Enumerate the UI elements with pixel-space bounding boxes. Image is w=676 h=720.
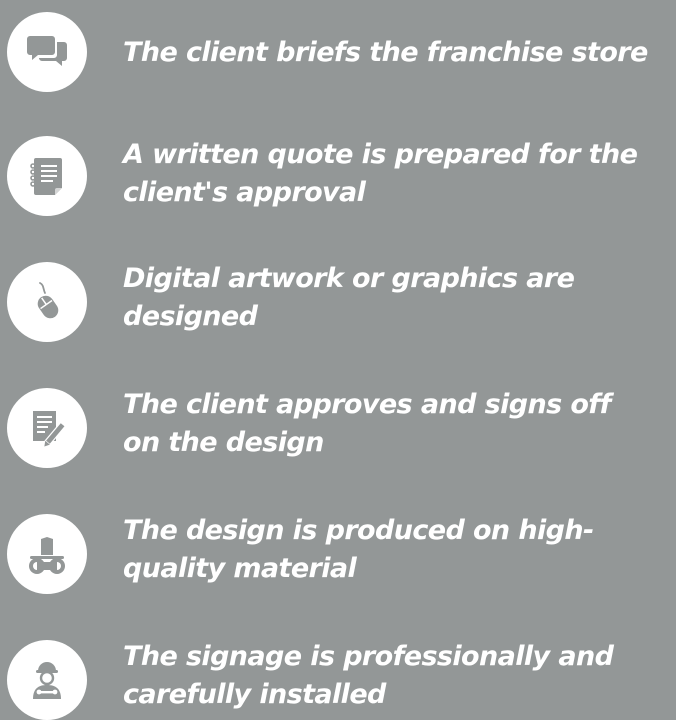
step-4-text: The client approves and signs off on the… (123, 386, 675, 462)
step-3-text: Digital artwork or graphics are designed (123, 260, 675, 336)
notepad-icon (7, 136, 87, 216)
document-pencil-icon (7, 388, 87, 468)
step-1-text: The client briefs the franchise store (123, 34, 675, 72)
step-3-line-1: Digital artwork or graphics are (123, 263, 575, 294)
chat-bubbles-icon (7, 12, 87, 92)
material-rolls-icon (7, 514, 87, 594)
step-4-line-1: The client approves and signs off (123, 389, 611, 420)
step-6-line-2: carefully installed (123, 679, 386, 710)
step-5-line-2: quality material (123, 553, 357, 584)
process-steps: The client briefs the franchise store A … (0, 0, 676, 720)
step-1-line-1: The client briefs the franchise store (123, 37, 648, 68)
step-6-text: The signage is professionally and carefu… (123, 638, 675, 714)
step-4-line-2: on the design (123, 427, 324, 458)
step-2-line-1: A written quote is prepared for the (123, 139, 638, 170)
step-5-line-1: The design is produced on high- (123, 515, 594, 546)
computer-mouse-icon (7, 262, 87, 342)
step-2-text: A written quote is prepared for the clie… (123, 136, 675, 212)
step-3-line-2: designed (123, 301, 258, 332)
step-6-line-1: The signage is professionally and (123, 641, 614, 672)
installer-worker-icon (7, 640, 87, 720)
step-2-line-2: client's approval (123, 177, 366, 208)
step-5-text: The design is produced on high- quality … (123, 512, 675, 588)
